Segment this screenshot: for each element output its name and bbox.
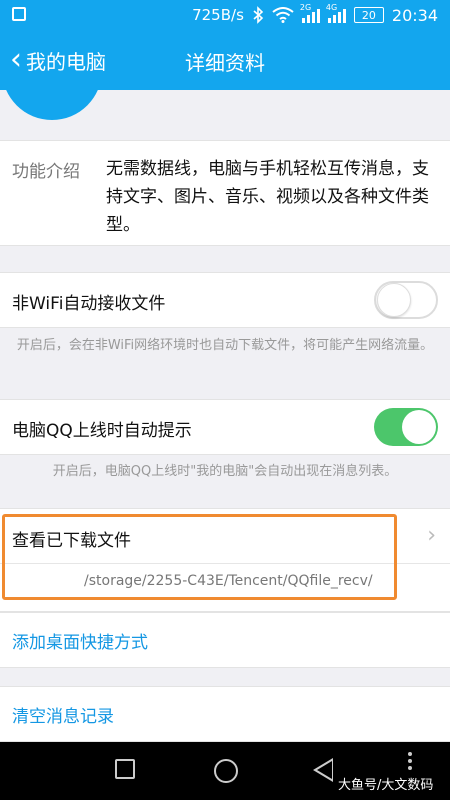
add-shortcut-label: 添加桌面快捷方式 <box>12 633 148 653</box>
signal-type-label: 2G <box>299 3 312 12</box>
wifi-receive-toggle[interactable] <box>374 281 438 319</box>
network-speed: 725B/s <box>192 6 244 24</box>
notification-image-icon <box>12 7 26 21</box>
clock: 20:34 <box>391 5 438 25</box>
battery-icon: 20 <box>353 7 384 23</box>
wifi-receive-row: 非WiFi自动接收文件 <box>0 272 450 328</box>
divider <box>0 563 450 564</box>
avatar <box>2 90 102 120</box>
watermark: 大鱼号/大文数码 <box>338 778 434 793</box>
recent-apps-icon[interactable] <box>115 759 135 779</box>
status-icons: 725B/s 2G 4G 20 20:34 <box>192 0 438 30</box>
downloaded-files-label: 查看已下载文件 <box>12 531 131 551</box>
pc-online-label: 电脑QQ上线时自动提示 <box>12 421 192 441</box>
feature-intro: 功能介绍 无需数据线，电脑与手机轻松互传消息，支持文字、图片、音乐、视频以及各种… <box>0 140 450 246</box>
wifi-icon <box>272 7 294 23</box>
wifi-receive-description: 开启后，会在非WiFi网络环境时也自动下载文件，将可能产生网络流量。 <box>16 338 434 353</box>
signal-strength-icon: 4G <box>326 3 346 23</box>
downloaded-files-row[interactable]: 查看已下载文件 › /storage/2255-C43E/Tencent/QQf… <box>0 508 450 612</box>
toggle-knob <box>377 283 411 317</box>
pc-online-toggle[interactable] <box>374 408 438 446</box>
page-title: 详细资料 <box>185 51 265 75</box>
signal-type-label: 4G <box>325 3 338 12</box>
nav-header: ‹ 我的电脑 详细资料 <box>0 30 450 90</box>
download-path: /storage/2255-C43E/Tencent/QQfile_recv/ <box>84 573 373 589</box>
home-icon[interactable] <box>214 759 238 783</box>
add-shortcut-button[interactable]: 添加桌面快捷方式 <box>0 612 450 668</box>
more-dots-icon[interactable] <box>408 752 414 770</box>
signal-strength-icon: 2G <box>300 3 320 23</box>
back-triangle-icon[interactable] <box>313 758 333 782</box>
wifi-receive-label: 非WiFi自动接收文件 <box>12 294 166 314</box>
pc-online-row: 电脑QQ上线时自动提示 <box>0 399 450 455</box>
profile-header <box>0 90 450 140</box>
status-bar: 725B/s 2G 4G 20 20:34 <box>0 0 450 30</box>
toggle-knob <box>402 410 436 444</box>
pc-online-description: 开启后，电脑QQ上线时"我的电脑"会自动出现在消息列表。 <box>52 464 398 479</box>
clear-history-button[interactable]: 清空消息记录 <box>0 686 450 742</box>
clear-history-label: 清空消息记录 <box>12 707 114 727</box>
bluetooth-icon <box>253 6 264 24</box>
intro-label: 功能介绍 <box>12 162 80 182</box>
intro-text: 无需数据线，电脑与手机轻松互传消息，支持文字、图片、音乐、视频以及各种文件类型。 <box>106 159 429 235</box>
chevron-right-icon: › <box>427 523 436 548</box>
